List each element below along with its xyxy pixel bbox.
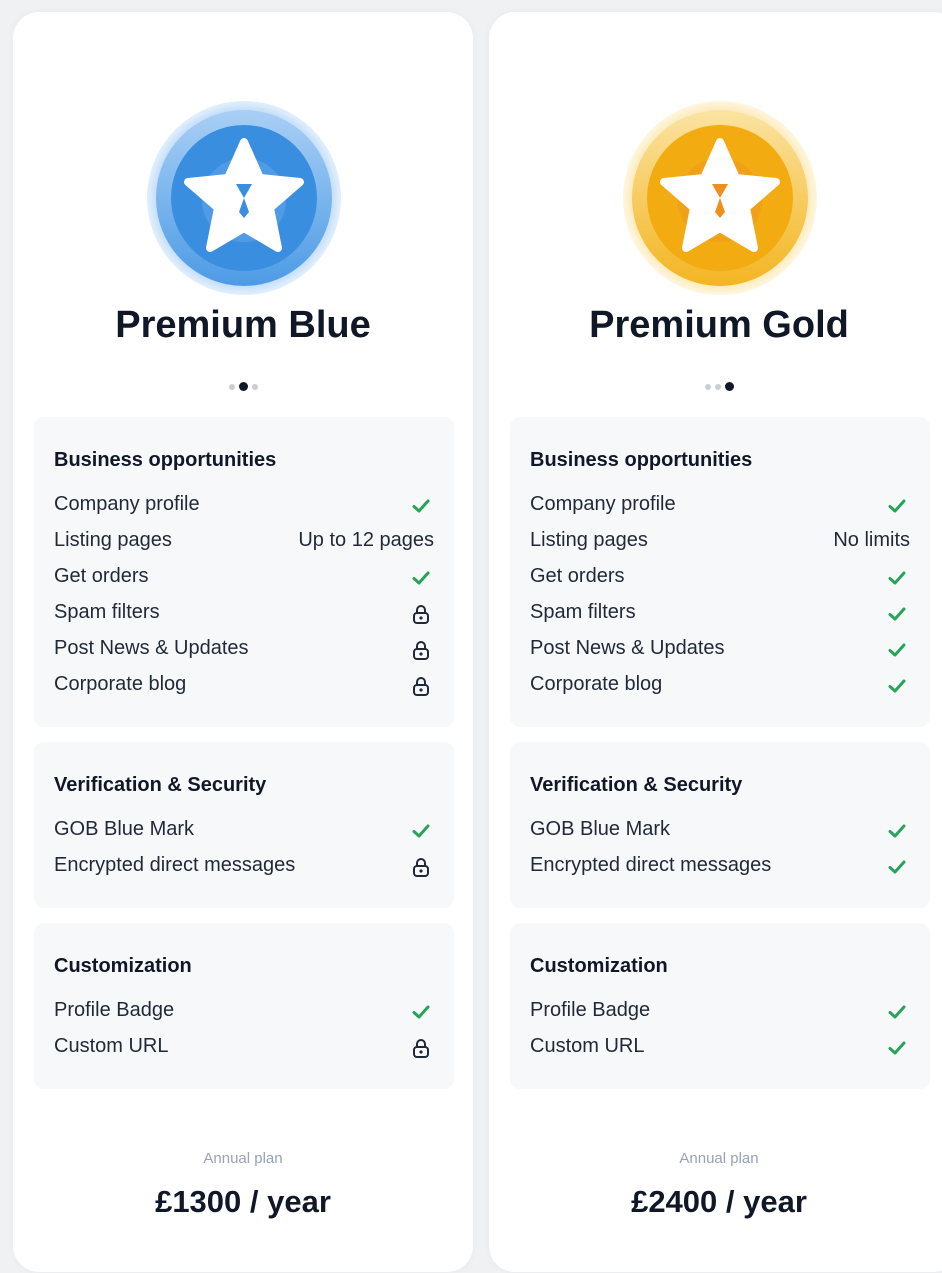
feature-label: Encrypted direct messages	[54, 854, 296, 876]
feature-value: Up to 12 pages	[298, 529, 434, 551]
section-title: Verification & Security	[530, 774, 743, 796]
check-icon	[888, 679, 906, 693]
feature-row-profile-badge: Profile Badge	[530, 999, 910, 1027]
feature-row-custom-url: Custom URL	[530, 1035, 910, 1063]
feature-label: Get orders	[530, 565, 625, 587]
check-icon	[888, 824, 906, 838]
feature-value: No limits	[833, 529, 910, 551]
feature-label: Encrypted direct messages	[530, 854, 772, 876]
feature-row-post-news: Post News & Updates	[530, 637, 910, 665]
section-business-opportunities: Business opportunities Company profile L…	[34, 417, 454, 727]
feature-row-get-orders: Get orders	[530, 565, 910, 593]
check-icon	[412, 571, 430, 585]
plan-pager[interactable]	[489, 378, 942, 392]
feature-row-gob-blue-mark: GOB Blue Mark	[530, 818, 910, 846]
plan-price: £1300 / year	[155, 1184, 331, 1219]
feature-label: Listing pages	[530, 529, 648, 551]
feature-label: Company profile	[530, 493, 676, 515]
pager-dot[interactable]	[228, 383, 235, 390]
check-icon	[888, 1005, 906, 1019]
feature-row-company-profile: Company profile	[530, 493, 910, 521]
feature-label: Corporate blog	[530, 673, 663, 695]
plan-pager[interactable]	[13, 378, 473, 392]
feature-row-gob-blue-mark: GOB Blue Mark	[54, 818, 434, 846]
check-icon	[888, 860, 906, 874]
feature-label: Post News & Updates	[530, 637, 725, 659]
section-verification-security: Verification & Security GOB Blue Mark En…	[34, 742, 454, 908]
check-icon	[888, 607, 906, 621]
feature-row-corporate-blog: Corporate blog	[54, 673, 434, 701]
pager-dot[interactable]	[251, 383, 258, 390]
feature-label: GOB Blue Mark	[530, 818, 671, 840]
check-icon	[412, 1005, 430, 1019]
lock-icon	[413, 605, 429, 624]
lock-icon	[413, 641, 429, 660]
lock-icon	[413, 1039, 429, 1058]
lock-icon	[413, 858, 429, 877]
pager-dot-active[interactable]	[238, 382, 248, 392]
section-title: Verification & Security	[54, 774, 267, 796]
section-customization: Customization Profile Badge Custom URL	[34, 923, 454, 1089]
check-icon	[888, 499, 906, 513]
pager-dot-active[interactable]	[724, 382, 734, 392]
check-icon	[888, 1041, 906, 1055]
feature-row-spam-filters: Spam filters	[530, 601, 910, 629]
feature-row-encrypted-messages: Encrypted direct messages	[530, 854, 910, 882]
feature-row-post-news: Post News & Updates	[54, 637, 434, 665]
section-verification-security: Verification & Security GOB Blue Mark En…	[510, 742, 930, 908]
feature-label: Post News & Updates	[54, 637, 249, 659]
section-title: Business opportunities	[530, 449, 753, 471]
premium-gold-badge-icon	[489, 100, 942, 305]
feature-label: Spam filters	[54, 601, 160, 623]
feature-label: Corporate blog	[54, 673, 187, 695]
premium-blue-badge-icon	[13, 100, 473, 305]
pager-dot[interactable]	[704, 383, 711, 390]
section-customization: Customization Profile Badge Custom URL	[510, 923, 930, 1089]
feature-row-get-orders: Get orders	[54, 565, 434, 593]
feature-row-listing-pages: Listing pages No limits	[530, 529, 910, 557]
plan-title: Premium Gold	[589, 304, 849, 346]
lock-icon	[413, 677, 429, 696]
feature-row-custom-url: Custom URL	[54, 1035, 434, 1063]
plan-title: Premium Blue	[115, 304, 371, 346]
feature-row-profile-badge: Profile Badge	[54, 999, 434, 1027]
feature-label: Listing pages	[54, 529, 172, 551]
plan-card-premium-gold[interactable]: Premium Gold Business opportunities Comp…	[489, 12, 942, 1272]
section-title: Customization	[54, 955, 192, 977]
plan-card-premium-blue[interactable]: Premium Blue Business opportunities Comp…	[13, 12, 473, 1272]
feature-label: Profile Badge	[530, 999, 651, 1021]
feature-label: Get orders	[54, 565, 149, 587]
section-title: Business opportunities	[54, 449, 277, 471]
feature-row-spam-filters: Spam filters	[54, 601, 434, 629]
feature-label: Spam filters	[530, 601, 636, 623]
check-icon	[888, 643, 906, 657]
pager-dot[interactable]	[714, 383, 721, 390]
annual-plan-label: Annual plan	[679, 1150, 759, 1167]
feature-label: Company profile	[54, 493, 200, 515]
section-title: Customization	[530, 955, 668, 977]
feature-label: Custom URL	[54, 1035, 169, 1057]
feature-label: Custom URL	[530, 1035, 645, 1057]
check-icon	[412, 499, 430, 513]
check-icon	[888, 571, 906, 585]
feature-row-encrypted-messages: Encrypted direct messages	[54, 854, 434, 882]
feature-row-corporate-blog: Corporate blog	[530, 673, 910, 701]
feature-label: Profile Badge	[54, 999, 175, 1021]
section-business-opportunities: Business opportunities Company profile L…	[510, 417, 930, 727]
annual-plan-label: Annual plan	[203, 1150, 283, 1167]
feature-row-company-profile: Company profile	[54, 493, 434, 521]
check-icon	[412, 824, 430, 838]
feature-row-listing-pages: Listing pages Up to 12 pages	[54, 529, 434, 557]
feature-label: GOB Blue Mark	[54, 818, 195, 840]
plan-price: £2400 / year	[631, 1184, 807, 1219]
